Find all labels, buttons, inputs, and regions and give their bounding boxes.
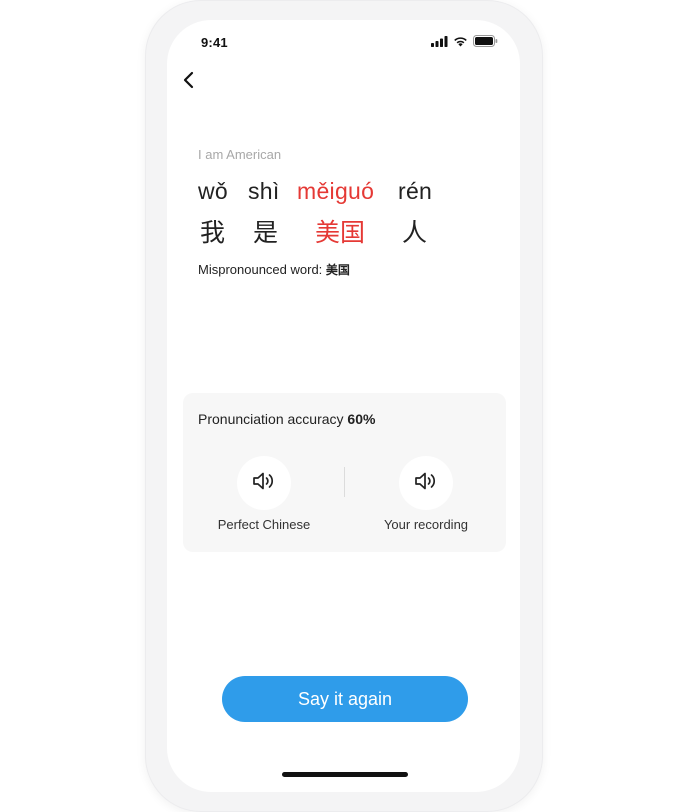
chevron-left-icon (182, 71, 196, 94)
perfect-chinese-label: Perfect Chinese (217, 517, 311, 532)
battery-icon (473, 35, 498, 47)
stage: 9:41 I am American wǒ shì měiguó rén 我 是… (0, 0, 695, 812)
pinyin-word-mispronounced: měiguó (297, 178, 375, 204)
home-indicator[interactable] (282, 772, 408, 777)
cellular-signal-icon (431, 35, 448, 47)
speaker-icon (413, 470, 439, 497)
hanzi-word-mispronounced: 美国 (315, 218, 366, 247)
wifi-icon (453, 36, 468, 47)
your-recording-audio: Your recording (356, 456, 496, 532)
hanzi-word: 是 (253, 218, 279, 247)
mispronounced-word: 美国 (325, 263, 350, 277)
status-time: 9:41 (201, 35, 228, 50)
mispronounced-note: Mispronounced word: 美国 (198, 261, 350, 278)
speaker-icon (251, 470, 277, 497)
hanzi-word: 我 (200, 218, 226, 247)
back-button[interactable] (175, 68, 203, 96)
pinyin-word: rén (398, 178, 433, 204)
divider (344, 467, 345, 497)
play-recording-button[interactable] (399, 456, 453, 510)
hanzi-word: 人 (402, 218, 428, 247)
phone-screen: 9:41 I am American wǒ shì měiguó rén 我 是… (167, 20, 520, 792)
your-recording-label: Your recording (383, 517, 469, 532)
accuracy-value: 60% (347, 411, 376, 427)
play-perfect-button[interactable] (237, 456, 291, 510)
pinyin-word: shì (248, 178, 280, 204)
accuracy-card: Pronunciation accuracy 60% Perfect Chine… (183, 393, 506, 552)
status-icons (431, 35, 498, 47)
pinyin-word: wǒ (198, 178, 229, 204)
accuracy-summary: Pronunciation accuracy 60% (198, 411, 375, 427)
perfect-chinese-audio: Perfect Chinese (194, 456, 334, 532)
accuracy-label: Pronunciation accuracy (198, 411, 348, 427)
mispronounced-label: Mispronounced word: (198, 262, 326, 277)
phrase-translation: I am American (198, 147, 282, 162)
say-it-again-button[interactable]: Say it again (222, 676, 468, 722)
